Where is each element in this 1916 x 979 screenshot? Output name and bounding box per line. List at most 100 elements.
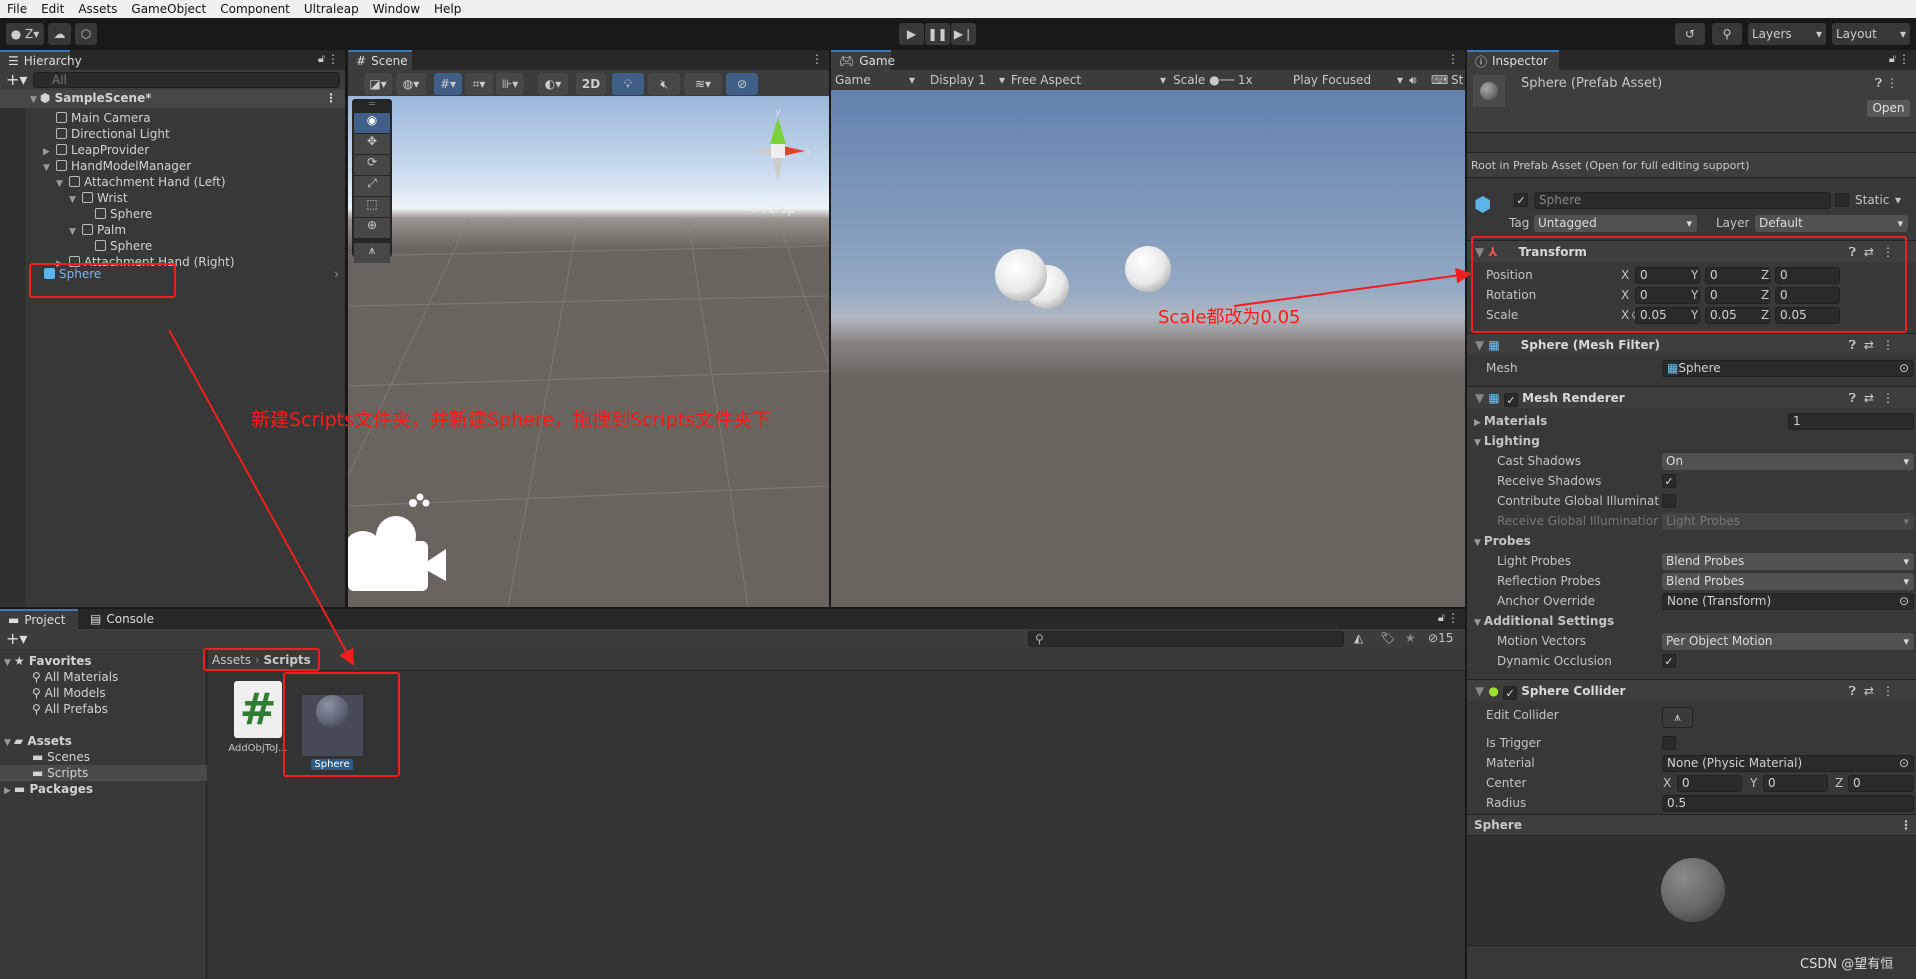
- transform-tool-icon[interactable]: ⊕: [354, 218, 390, 238]
- menu-help[interactable]: Help: [427, 2, 468, 16]
- materials-size-input[interactable]: 1: [1788, 413, 1914, 430]
- hierarchy-search-input[interactable]: All: [33, 72, 340, 88]
- menu-ultraleap[interactable]: Ultraleap: [297, 2, 366, 16]
- menu-window[interactable]: Window: [366, 2, 427, 16]
- menu-assets[interactable]: Assets: [71, 2, 124, 16]
- open-prefab-button[interactable]: Open: [1867, 100, 1910, 117]
- slider-knob[interactable]: ●──: [1209, 73, 1234, 87]
- play-button[interactable]: ▶: [899, 23, 924, 45]
- more-menu-icon[interactable]: ⋮: [1447, 52, 1459, 66]
- hierarchy-item[interactable]: ▼ Attachment Hand (Left): [56, 174, 226, 190]
- component-header-icons[interactable]: ❓︎⇄⋮: [1849, 680, 1902, 702]
- stats-button[interactable]: St: [1451, 70, 1463, 90]
- center-y-input[interactable]: 0: [1763, 775, 1828, 792]
- lock-icon[interactable]: 🔓︎: [1438, 611, 1445, 625]
- favorite-all-models[interactable]: ⚲ All Models: [32, 685, 106, 701]
- menu-edit[interactable]: Edit: [34, 2, 71, 16]
- projection-label[interactable]: < Persp: [748, 202, 795, 216]
- custom-tool-icon[interactable]: ⩚: [354, 243, 390, 263]
- lock-icon[interactable]: 🔓︎: [1889, 52, 1896, 66]
- pause-button[interactable]: ❚❚: [925, 23, 950, 45]
- menu-gameobject[interactable]: GameObject: [124, 2, 213, 16]
- center-x-input[interactable]: 0: [1677, 775, 1742, 792]
- create-button[interactable]: +▾: [6, 70, 27, 89]
- is-trigger-checkbox[interactable]: [1662, 736, 1676, 750]
- scene-menu-icon[interactable]: ⋮: [325, 90, 337, 106]
- hidden-packages-toggle[interactable]: ⊘15: [1428, 631, 1453, 645]
- enabled-checkbox[interactable]: ✓: [1503, 686, 1518, 700]
- motion_vectors-dropdown[interactable]: Per Object Motion: [1662, 633, 1914, 650]
- component-header-icons[interactable]: ❓︎⇄⋮: [1849, 387, 1902, 409]
- tab-inspector[interactable]: ⓘ Inspector: [1467, 50, 1559, 70]
- component-header-icons[interactable]: ❓︎⇄⋮: [1849, 334, 1902, 356]
- scene-gizmo[interactable]: y x: [743, 106, 813, 196]
- hierarchy-item[interactable]: Main Camera: [43, 110, 151, 126]
- search-button[interactable]: ⚲: [1712, 23, 1742, 45]
- global-dropdown[interactable]: ◍▾: [396, 73, 426, 95]
- play-mode-dropdown[interactable]: Play Focused ▾: [1293, 70, 1403, 90]
- foldout-arrow-icon[interactable]: ▼: [1474, 538, 1481, 548]
- tab-hierarchy[interactable]: ☰ Hierarchy: [0, 50, 82, 70]
- create-button[interactable]: +▾: [6, 629, 27, 648]
- move-tool-icon[interactable]: ✥: [354, 134, 390, 154]
- hierarchy-item[interactable]: Directional Light: [43, 126, 170, 142]
- scale-slider[interactable]: Scale ●── 1x: [1173, 70, 1283, 90]
- tab-console[interactable]: ▤ Console: [82, 609, 162, 629]
- tab-scene[interactable]: # Scene: [348, 50, 412, 70]
- dynamic_occlusion-checkbox[interactable]: ✓: [1662, 654, 1676, 668]
- game-view-dropdown[interactable]: Game ▾: [835, 70, 921, 90]
- more-menu-icon[interactable]: ⋮: [327, 52, 339, 66]
- hierarchy-item[interactable]: Sphere: [82, 206, 152, 222]
- favorite-all-prefabs[interactable]: ⚲ All Prefabs: [32, 701, 108, 717]
- mesh-renderer-header[interactable]: ▼ ▦ ✓ Mesh Renderer ❓︎⇄⋮: [1467, 386, 1916, 408]
- game-viewport[interactable]: [831, 90, 1465, 607]
- effects-dropdown[interactable]: ≋▾: [684, 73, 722, 95]
- mesh-filter-header[interactable]: ▼ ▦ Sphere (Mesh Filter) ❓︎⇄⋮: [1467, 333, 1916, 355]
- tab-game[interactable]: 🎮︎ Game: [831, 50, 895, 70]
- packages-node[interactable]: ▶ ▬ Packages: [4, 781, 93, 797]
- layers-dropdown[interactable]: Layers ▾: [1748, 23, 1826, 45]
- more-menu-icon[interactable]: ⋮: [1898, 52, 1910, 66]
- tab-project[interactable]: ▬ Project: [0, 609, 78, 629]
- hierarchy-item[interactable]: ▼ HandModelManager: [43, 158, 191, 174]
- menu-component[interactable]: Component: [213, 2, 297, 16]
- menu-file[interactable]: File: [0, 2, 34, 16]
- anchor_override-field[interactable]: None (Transform) ⊙: [1662, 593, 1914, 610]
- keyboard-icon[interactable]: ⌨: [1431, 70, 1448, 90]
- more-menu-icon[interactable]: ⋮: [811, 52, 823, 66]
- active-checkbox[interactable]: ✓: [1514, 193, 1528, 207]
- physic-material-field[interactable]: None (Physic Material) ⊙: [1662, 755, 1914, 772]
- preview-area[interactable]: [1467, 836, 1916, 946]
- center-z-input[interactable]: 0: [1848, 775, 1914, 792]
- help-icon[interactable]: ❓︎ ⋮: [1875, 76, 1898, 91]
- object-picker-icon[interactable]: ⊙: [1899, 361, 1909, 376]
- favorite-star-icon[interactable]: ★: [1405, 631, 1416, 645]
- scene-viewport[interactable]: ═ ◉ ✥ ⟳ ⤢ ⬚ ⊕ ⩚ y x < Persp: [348, 96, 829, 607]
- draw-mode-dropdown[interactable]: ◪▾: [364, 73, 392, 95]
- tag-dropdown[interactable]: Untagged: [1534, 215, 1697, 232]
- reflection_probes-dropdown[interactable]: Blend Probes: [1662, 573, 1914, 590]
- rotate-tool-icon[interactable]: ⟳: [354, 155, 390, 175]
- expand-arrow-icon[interactable]: ▼: [69, 192, 79, 208]
- foldout-arrow-icon[interactable]: ▼: [1474, 438, 1481, 448]
- edit-collider-button[interactable]: ⩚: [1662, 707, 1693, 728]
- shading-dropdown[interactable]: ◐▾: [538, 73, 568, 95]
- scale-tool-icon[interactable]: ⤢: [354, 176, 390, 196]
- more-menu-icon[interactable]: ⋮: [1900, 815, 1912, 835]
- lock-icon[interactable]: 🔓︎: [318, 52, 325, 66]
- grid-snap-button[interactable]: #▾: [434, 73, 462, 95]
- drag-handle-icon[interactable]: ═: [352, 99, 392, 113]
- filter-by-type-icon[interactable]: ◭: [1354, 631, 1363, 645]
- expand-arrow-icon[interactable]: ▼: [69, 224, 79, 240]
- mesh-object-field[interactable]: ▦Sphere ⊙: [1662, 360, 1914, 377]
- filter-by-label-icon[interactable]: 🏷︎: [1380, 631, 1395, 645]
- undo-history-button[interactable]: ↺: [1675, 23, 1705, 45]
- object-name-input[interactable]: Sphere: [1534, 192, 1831, 209]
- object-picker-icon[interactable]: ⊙: [1899, 756, 1909, 771]
- cast_shadows-dropdown[interactable]: On: [1662, 453, 1914, 470]
- static-dropdown-icon[interactable]: ▾: [1895, 190, 1901, 210]
- hierarchy-item[interactable]: ▼ Palm: [69, 222, 126, 238]
- scene-row[interactable]: ▼ ⬢ SampleScene* ⋮: [0, 90, 345, 108]
- cloud-button[interactable]: ☁: [48, 23, 71, 45]
- ruler-button[interactable]: ⊪▾: [496, 73, 524, 95]
